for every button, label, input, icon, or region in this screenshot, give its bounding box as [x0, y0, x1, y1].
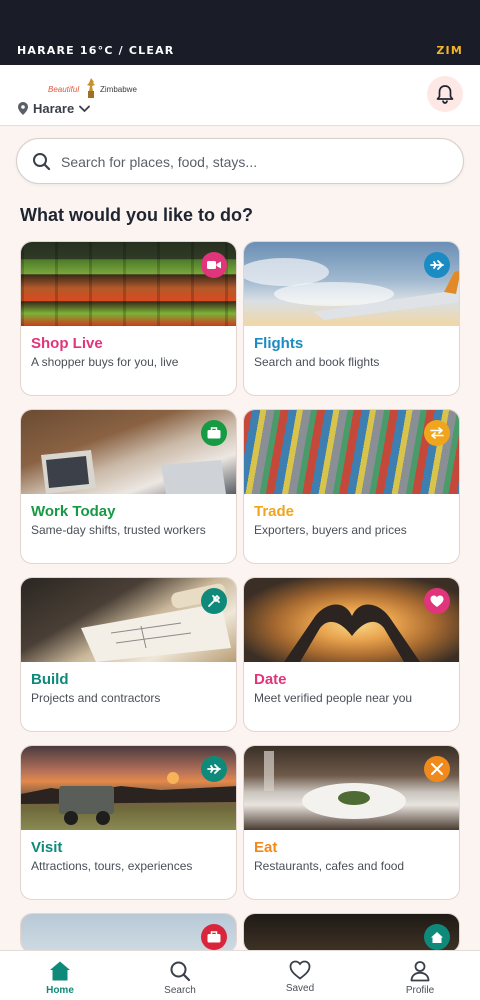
- heart-outline-icon: [289, 960, 311, 980]
- card-subtitle: Search and book flights: [254, 355, 380, 369]
- card-title: Work Today: [31, 503, 116, 520]
- card-flights[interactable]: Flights Search and book flights: [243, 241, 460, 396]
- culture-badge: [424, 924, 450, 950]
- status-bar: HARARE 16°C / CLEAR ZIM: [0, 0, 480, 65]
- card-title: Eat: [254, 839, 278, 856]
- nav-label: Profile: [405, 985, 435, 996]
- visit-image: [21, 746, 236, 830]
- search-icon: [33, 153, 51, 171]
- flights-image: [244, 242, 459, 326]
- nav-home[interactable]: Home: [0, 951, 120, 1000]
- nav-label: Saved: [285, 983, 315, 994]
- visit-badge: [201, 756, 227, 782]
- card-title: Build: [31, 671, 69, 688]
- person-icon: [410, 961, 430, 982]
- card-culture[interactable]: [243, 913, 460, 953]
- card-subtitle: Same-day shifts, trusted workers: [31, 523, 206, 537]
- weather-readout: HARARE 16°C / CLEAR: [17, 44, 175, 57]
- logo[interactable]: Beautiful Zimbabwe: [46, 77, 146, 99]
- trade-badge: [424, 420, 450, 446]
- zimbabwe-bird-icon: [87, 78, 95, 98]
- notifications-button[interactable]: [427, 76, 463, 112]
- card-subtitle: Exporters, buyers and prices: [254, 523, 407, 537]
- search-input[interactable]: [61, 147, 441, 177]
- logo-word-beautiful: Beautiful: [48, 85, 80, 94]
- map-pin-icon: [18, 102, 28, 115]
- date-badge: [424, 588, 450, 614]
- search-bar[interactable]: [16, 138, 464, 184]
- video-camera-icon: [207, 261, 221, 269]
- card-subtitle: Meet verified people near you: [254, 691, 413, 705]
- card-title: Visit: [31, 839, 63, 856]
- card-subtitle: Projects and contractors: [31, 691, 161, 705]
- utensils-icon: [431, 763, 443, 775]
- stay-badge: [201, 924, 227, 950]
- card-trade[interactable]: Trade Exporters, buyers and prices: [243, 409, 460, 564]
- build-badge: [201, 588, 227, 614]
- build-image: [21, 578, 236, 662]
- eat-image: [244, 746, 459, 830]
- heart-icon: [430, 595, 444, 607]
- card-build[interactable]: Build Projects and contractors: [20, 577, 237, 732]
- swap-arrows-icon: [430, 427, 444, 439]
- airplane-icon: [207, 764, 221, 774]
- bottom-nav: Home Search Saved Profile: [0, 950, 480, 1000]
- nav-label: Search: [164, 985, 196, 996]
- home-icon: [50, 961, 70, 981]
- nav-search[interactable]: Search: [120, 951, 240, 1000]
- eat-badge: [424, 756, 450, 782]
- airplane-icon: [430, 260, 444, 270]
- tools-icon: [208, 595, 220, 607]
- home-icon: [431, 931, 443, 943]
- date-image: [244, 578, 459, 662]
- shop-live-badge: [201, 252, 227, 278]
- card-stay[interactable]: [20, 913, 237, 953]
- country-code: ZIM: [436, 44, 463, 57]
- card-date[interactable]: Date Meet verified people near you: [243, 577, 460, 732]
- location-city: Harare: [33, 101, 75, 116]
- logo-word-zimbabwe: Zimbabwe: [100, 85, 137, 94]
- nav-profile[interactable]: Profile: [360, 951, 480, 1000]
- suitcase-icon: [207, 931, 221, 943]
- nav-saved[interactable]: Saved: [240, 951, 360, 1000]
- app-header: Beautiful Zimbabwe Harare: [0, 65, 480, 126]
- card-visit[interactable]: Visit Attractions, tours, experiences: [20, 745, 237, 900]
- card-title: Trade: [254, 503, 295, 520]
- location-selector[interactable]: Harare: [18, 101, 91, 116]
- card-subtitle: Attractions, tours, experiences: [31, 859, 193, 873]
- nav-label: Home: [46, 985, 74, 996]
- card-subtitle: A shopper buys for you, live: [31, 355, 179, 369]
- chevron-down-icon: [79, 105, 91, 112]
- card-work-today[interactable]: Work Today Same-day shifts, trusted work…: [20, 409, 237, 564]
- trade-image: [244, 410, 459, 494]
- bell-icon: [436, 85, 454, 104]
- section-title: What would you like to do?: [20, 205, 253, 225]
- briefcase-icon: [207, 427, 221, 439]
- card-eat[interactable]: Eat Restaurants, cafes and food: [243, 745, 460, 900]
- work-today-badge: [201, 420, 227, 446]
- card-title: Shop Live: [31, 335, 103, 352]
- flights-badge: [424, 252, 450, 278]
- services-grid: Shop Live A shopper buys for you, live F…: [20, 241, 460, 953]
- card-subtitle: Restaurants, cafes and food: [254, 859, 405, 873]
- work-today-image: [21, 410, 236, 494]
- card-title: Date: [254, 671, 287, 688]
- shop-live-image: [21, 242, 236, 326]
- card-title: Flights: [254, 335, 304, 352]
- card-shop-live[interactable]: Shop Live A shopper buys for you, live: [20, 241, 237, 396]
- magnifier-icon: [170, 961, 191, 982]
